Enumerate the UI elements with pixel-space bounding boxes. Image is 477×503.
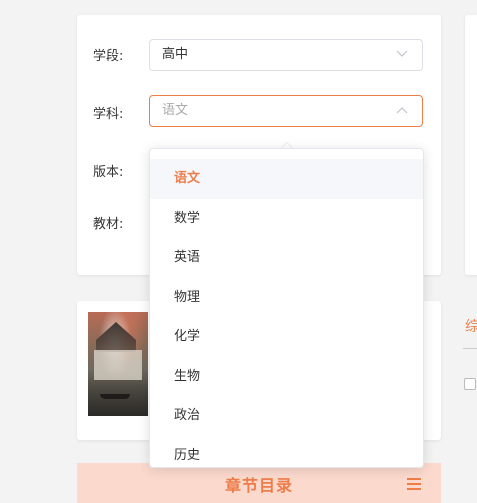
- dropdown-option[interactable]: 历史: [150, 436, 423, 468]
- textbook-label: 教材:: [93, 217, 124, 232]
- chevron-down-icon: [394, 40, 410, 70]
- stage-value: 高中: [162, 47, 189, 62]
- edition-label: 版本:: [93, 165, 124, 180]
- stage-select[interactable]: 高中: [149, 39, 423, 71]
- subject-dropdown: 语文 数学 英语 物理 化学 生物 政治 历史: [149, 148, 424, 468]
- book-cover-image[interactable]: [88, 312, 148, 416]
- checkbox[interactable]: [464, 378, 476, 390]
- cover-roof: [96, 322, 136, 352]
- chapter-title: 章节目录: [224, 476, 293, 495]
- stage-label: 学段:: [93, 49, 124, 64]
- right-card: [465, 15, 477, 275]
- chevron-up-icon: [394, 96, 410, 126]
- subject-label: 学科:: [93, 107, 124, 122]
- dropdown-option[interactable]: 生物: [150, 357, 423, 397]
- dropdown-option[interactable]: 语文: [150, 159, 423, 199]
- dropdown-option[interactable]: 物理: [150, 278, 423, 318]
- cover-boat: [100, 394, 130, 399]
- divider: [463, 348, 477, 349]
- dropdown-option[interactable]: 英语: [150, 238, 423, 278]
- menu-icon[interactable]: [407, 478, 421, 490]
- subject-select[interactable]: 语文: [149, 95, 423, 127]
- right-panel-title: 综: [465, 319, 477, 335]
- subject-placeholder: 语文: [162, 103, 189, 118]
- cover-wall: [94, 350, 142, 380]
- dropdown-options: 语文 数学 英语 物理 化学 生物 政治 历史: [150, 159, 423, 468]
- dropdown-option[interactable]: 数学: [150, 199, 423, 239]
- chapter-bar[interactable]: 章节目录: [77, 463, 441, 503]
- dropdown-option[interactable]: 政治: [150, 396, 423, 436]
- dropdown-option[interactable]: 化学: [150, 317, 423, 357]
